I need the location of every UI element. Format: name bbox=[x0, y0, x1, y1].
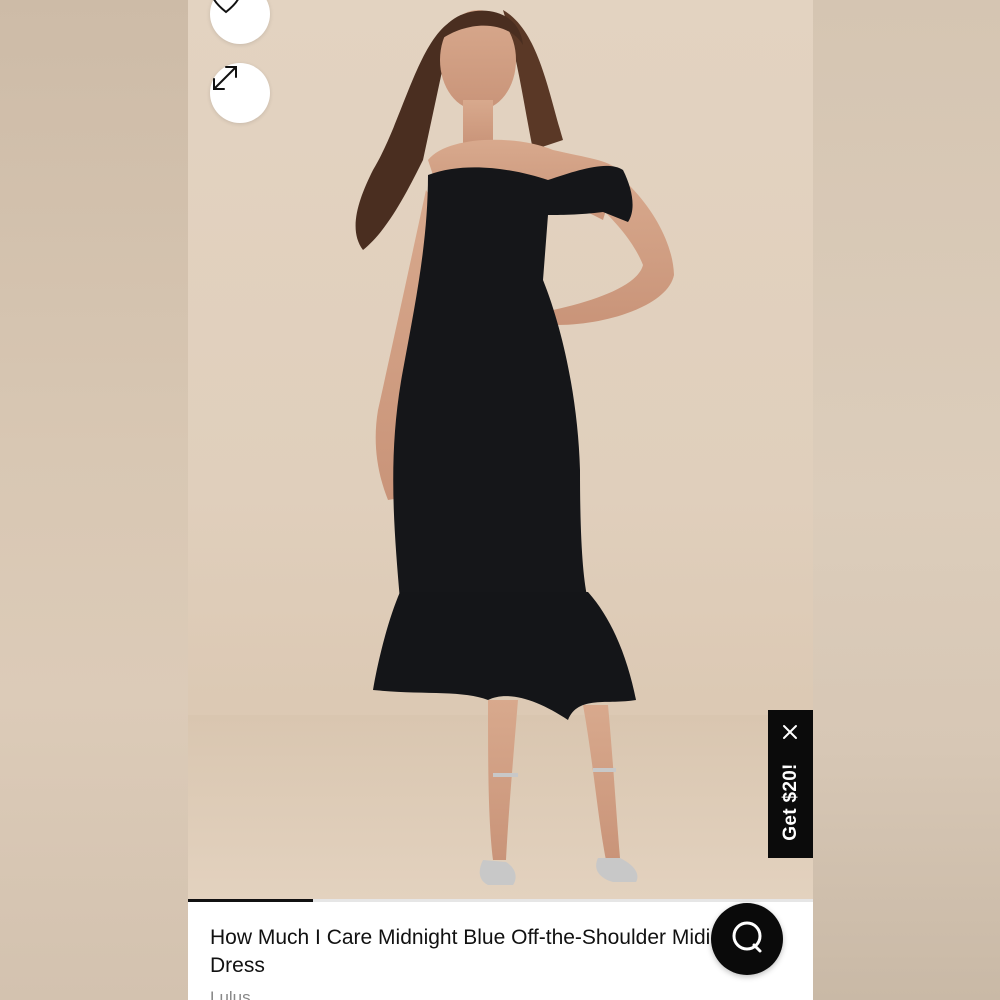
product-page: Get $20! How Much I Care Midnight Blue O… bbox=[188, 0, 813, 1000]
carousel-progress-track bbox=[188, 899, 813, 902]
expand-image-button[interactable] bbox=[210, 63, 270, 123]
product-title: How Much I Care Midnight Blue Off-the-Sh… bbox=[210, 926, 711, 977]
brand-name[interactable]: Lulus bbox=[210, 988, 251, 1000]
promo-label[interactable]: Get $20! bbox=[780, 763, 802, 840]
left-blurred-backdrop bbox=[0, 0, 188, 1000]
model-photo bbox=[188, 10, 813, 900]
right-blurred-backdrop bbox=[812, 0, 1000, 1000]
carousel-progress-bar bbox=[188, 899, 313, 902]
close-icon[interactable] bbox=[780, 722, 800, 742]
chat-icon bbox=[727, 917, 767, 962]
screenshot-frame: Get $20! How Much I Care Midnight Blue O… bbox=[0, 0, 1000, 1000]
promo-tab[interactable]: Get $20! bbox=[768, 710, 813, 858]
product-image[interactable]: Get $20! bbox=[188, 0, 813, 900]
chat-button[interactable] bbox=[711, 903, 783, 975]
